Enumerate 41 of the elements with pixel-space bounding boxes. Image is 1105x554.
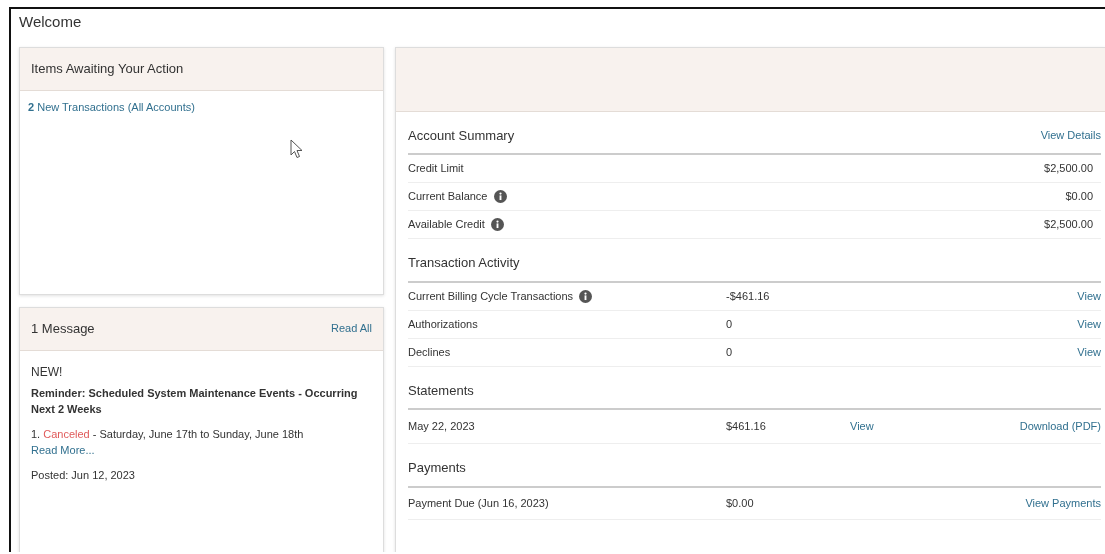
row-amount: 0 [726,344,734,360]
row-label: Declines [408,344,451,360]
row-amount: $0.00 [726,495,755,511]
row-label: Credit Limit [408,161,464,177]
mouse-pointer-icon [290,139,304,159]
row-value: $0.00 [1064,189,1094,205]
info-icon[interactable] [490,218,504,231]
posted-date: Posted: Jun 12, 2023 [31,467,136,483]
info-icon[interactable] [579,289,593,303]
section-title: Payments [408,459,466,477]
statement-amount: $461.16 [726,420,766,433]
new-label: NEW! [31,363,64,381]
row-label: Current Balance [408,189,488,205]
view-payments-link[interactable]: View Payments [1025,494,1101,512]
read-more-link[interactable]: Read More... [31,442,95,459]
section-title: Transaction Activity [408,254,520,272]
statement-date: May 22, 2023 [408,419,475,435]
row-value: $2,500.00 [1043,217,1094,233]
message-line: 1. Canceled - Saturday, June 17th to Sunday, June 18th [31,426,305,442]
row-label: Payment Due (Jun 16, 2023) [408,495,549,511]
page-title: Welcome [19,12,82,32]
info-icon[interactable] [493,190,507,203]
row-amount: 0 [726,316,734,332]
row-amount: -$461.16 [726,288,771,304]
message-subject: Reminder: Scheduled System Maintenance Events - Occurring Next 2 Weeks [31,385,359,417]
section-title: Account Summary [408,126,515,145]
row-value: $2,500.00 [1043,161,1094,177]
view-link[interactable]: View [1077,315,1101,333]
new-transactions-link[interactable]: 2 New Transactions (All Accounts) [28,98,195,115]
row-label: Available Credit [408,217,485,233]
view-link[interactable]: View [1077,343,1101,361]
section-title: Statements [408,381,474,400]
read-all-link[interactable]: Read All [331,320,372,337]
download-pdf-link[interactable]: Download (PDF) [1019,418,1101,435]
panel-title: 1 Message [31,319,95,338]
panel-title: Items Awaiting Your Action [31,59,184,78]
row-label: Authorizations [408,316,478,332]
view-link[interactable]: View [850,418,874,435]
view-details-link[interactable]: View Details [1040,127,1101,144]
row-label: Current Billing Cycle Transactions [408,288,574,304]
view-link[interactable]: View [1077,287,1101,305]
